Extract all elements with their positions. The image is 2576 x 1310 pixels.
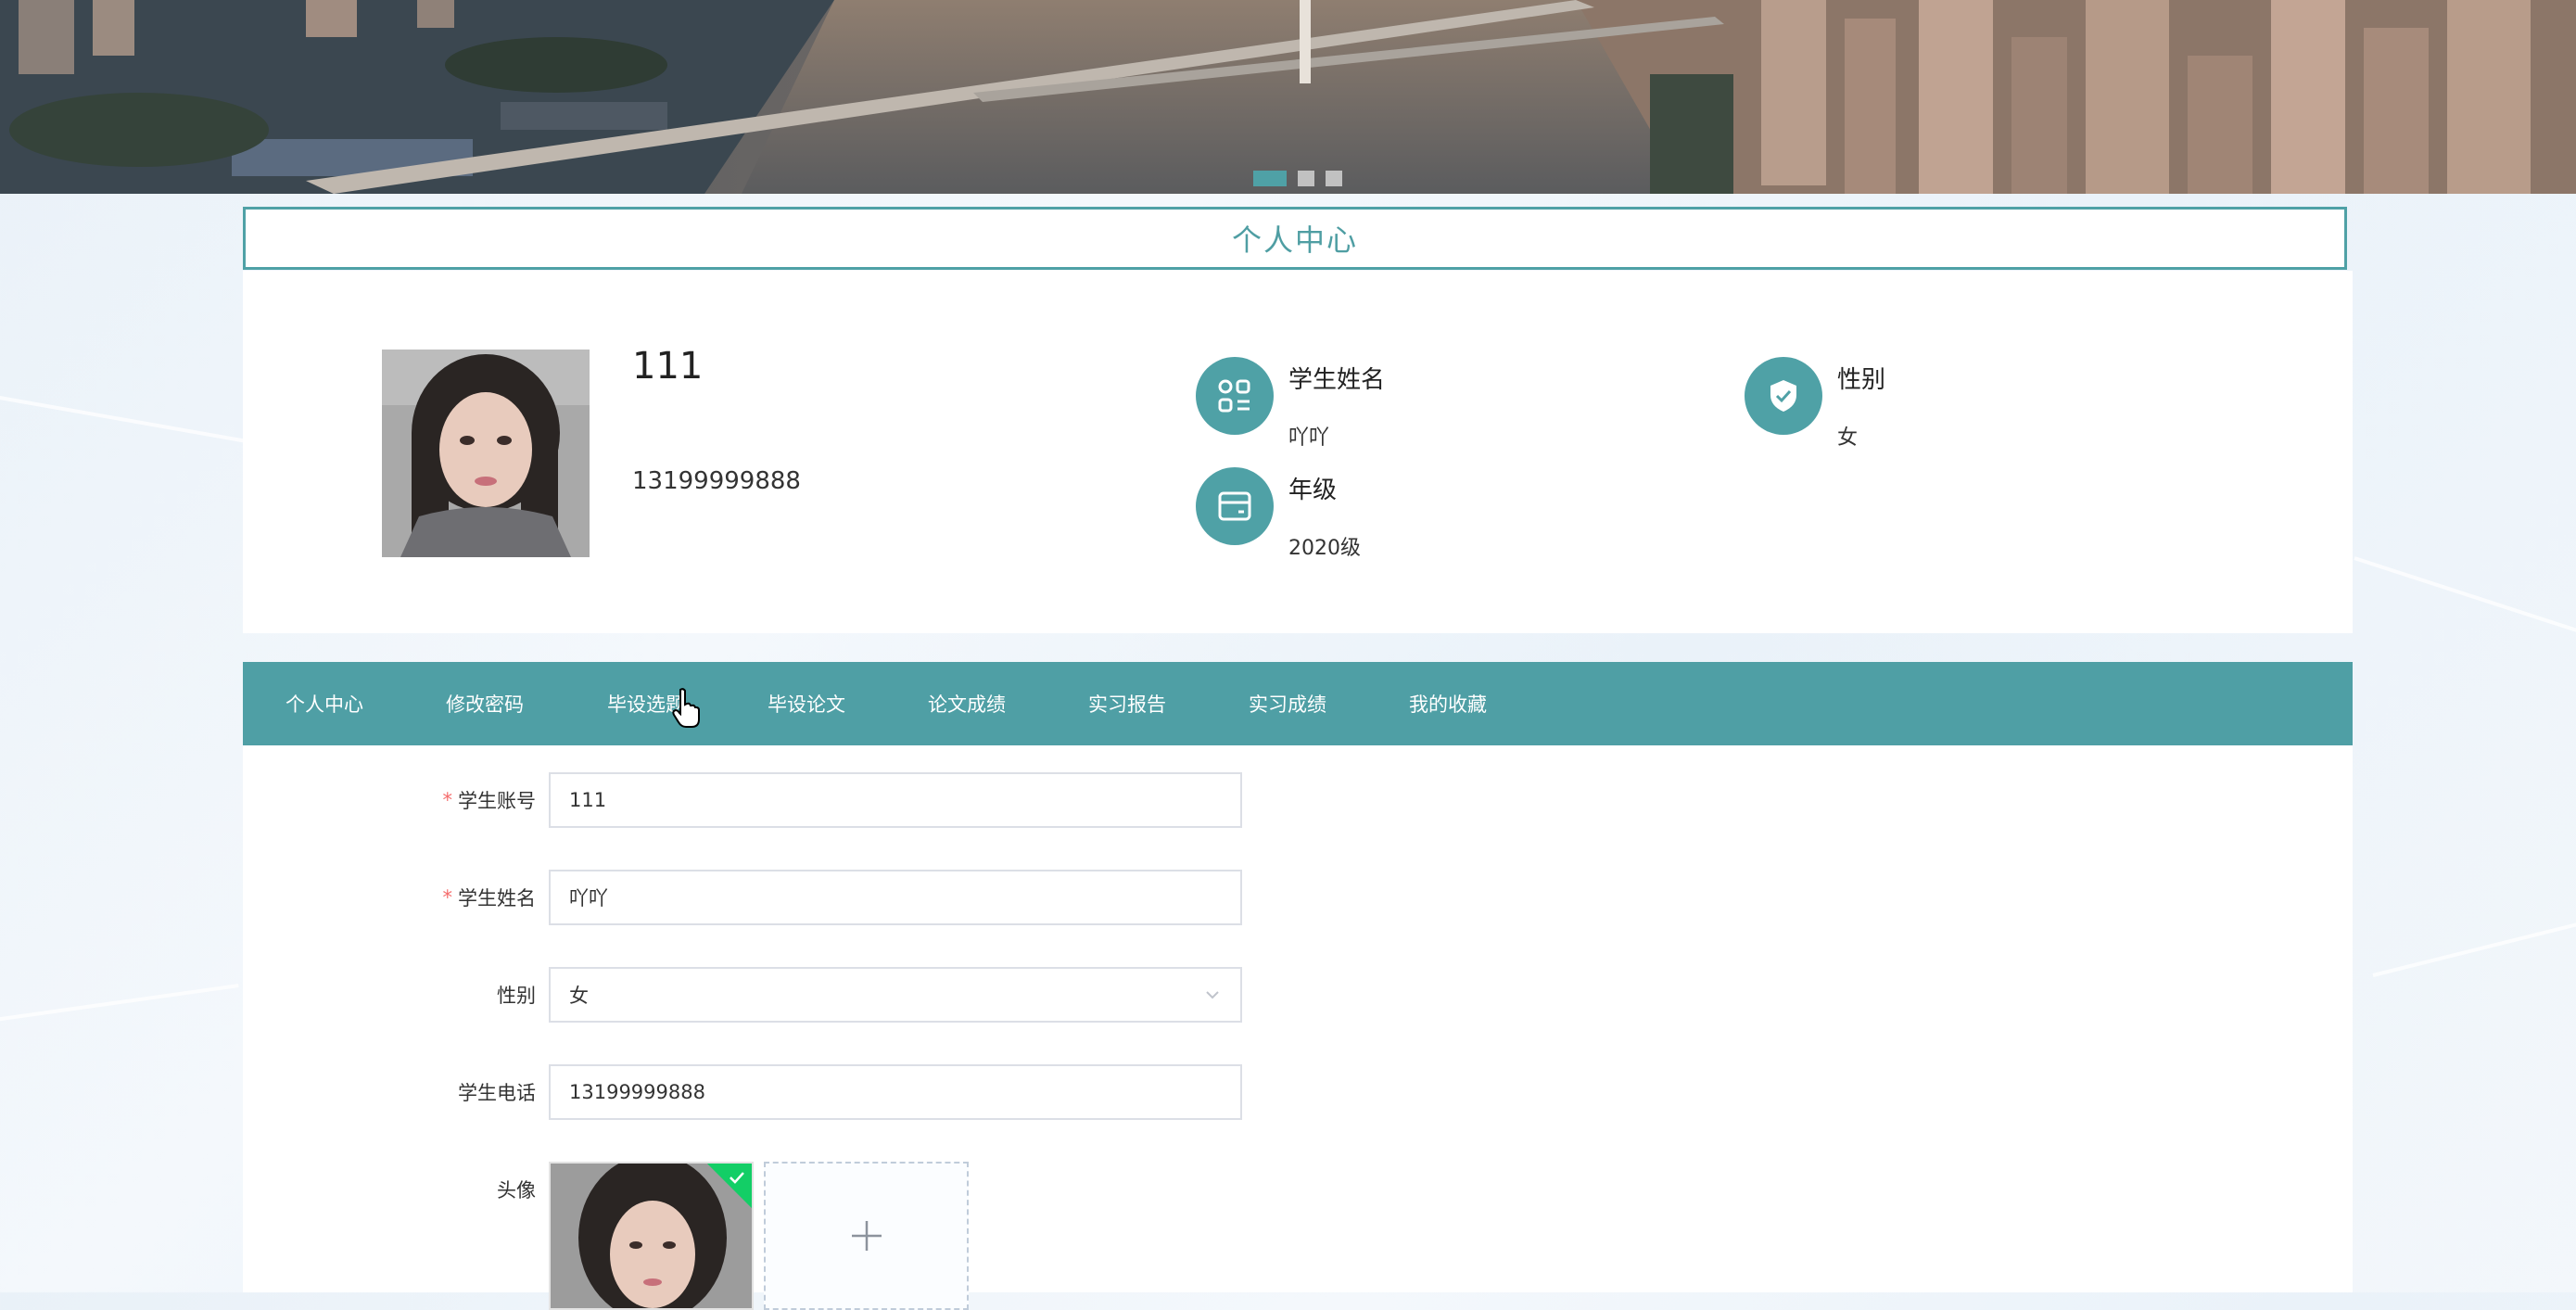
gender-select[interactable]: 女 bbox=[549, 967, 1242, 1023]
background-streak bbox=[0, 984, 239, 1024]
tab-change-password[interactable]: 修改密码 bbox=[446, 662, 524, 745]
info-grade: 年级 2020级 bbox=[1196, 467, 1361, 561]
profile-form: * 学生账号 * 学生姓名 性别 女 学生电话 头像 bbox=[243, 745, 2353, 1310]
background-streak bbox=[2372, 915, 2576, 977]
background-streak bbox=[2354, 556, 2576, 646]
required-mark: * bbox=[442, 789, 453, 811]
tab-personal-center[interactable]: 个人中心 bbox=[286, 662, 363, 745]
carousel-dot-1[interactable] bbox=[1253, 171, 1287, 186]
plus-icon bbox=[851, 1221, 882, 1251]
form-row-gender: 性别 女 bbox=[243, 967, 1355, 1023]
student-account-input[interactable] bbox=[549, 772, 1242, 828]
form-label: 头像 bbox=[497, 1179, 536, 1202]
page-title-bar: 个人中心 bbox=[243, 207, 2347, 270]
avatar-upload-button[interactable] bbox=[764, 1162, 969, 1310]
uploaded-avatar-thumbnail[interactable] bbox=[549, 1162, 754, 1310]
info-value: 吖吖 bbox=[1288, 426, 1330, 450]
form-label: 性别 bbox=[497, 985, 536, 1007]
avatar bbox=[382, 350, 590, 557]
page-title: 个人中心 bbox=[1231, 223, 1358, 258]
hand-cursor-icon bbox=[672, 688, 700, 728]
info-label: 年级 bbox=[1288, 477, 1338, 504]
chevron-down-icon bbox=[1206, 991, 1219, 999]
tab-internship-score[interactable]: 实习成绩 bbox=[1249, 662, 1326, 745]
gender-select-value: 女 bbox=[569, 985, 589, 1007]
carousel-dot-3[interactable] bbox=[1326, 171, 1342, 186]
form-row-phone: 学生电话 bbox=[243, 1064, 1355, 1120]
info-label: 学生姓名 bbox=[1288, 366, 1386, 394]
tab-thesis-paper[interactable]: 毕设论文 bbox=[768, 662, 845, 745]
form-row-avatar: 头像 bbox=[243, 1162, 1355, 1310]
city-skyline-image bbox=[0, 0, 2576, 194]
student-name-input[interactable] bbox=[549, 870, 1242, 925]
form-label: * 学生账号 bbox=[442, 789, 537, 812]
carousel-dot-2[interactable] bbox=[1298, 171, 1314, 186]
profile-phone: 13199999888 bbox=[632, 467, 801, 495]
form-label: 学生电话 bbox=[458, 1082, 536, 1104]
info-student-name: 学生姓名 吖吖 bbox=[1196, 357, 1385, 451]
check-icon bbox=[730, 1172, 744, 1184]
tab-internship-report[interactable]: 实习报告 bbox=[1088, 662, 1166, 745]
profile-card: 111 13199999888 学生姓名 吖吖 性别 女 年级 2020级 bbox=[243, 271, 2353, 633]
info-label: 性别 bbox=[1837, 366, 1886, 394]
form-row-name: * 学生姓名 bbox=[243, 870, 1355, 925]
student-phone-input[interactable] bbox=[549, 1064, 1242, 1120]
hero-banner bbox=[0, 0, 2576, 194]
tab-my-favorites[interactable]: 我的收藏 bbox=[1409, 662, 1487, 745]
form-row-account: * 学生账号 bbox=[243, 772, 1355, 828]
tab-thesis-score[interactable]: 论文成绩 bbox=[928, 662, 1006, 745]
shield-check-icon bbox=[1745, 357, 1822, 435]
wallet-card-icon bbox=[1196, 467, 1274, 545]
info-value: 2020级 bbox=[1288, 537, 1361, 560]
required-mark: * bbox=[442, 886, 453, 909]
info-gender: 性别 女 bbox=[1745, 357, 1885, 451]
profile-tabs: 个人中心 修改密码 毕设选题 毕设论文 论文成绩 实习报告 实习成绩 我的收藏 bbox=[243, 662, 2353, 745]
form-label: * 学生姓名 bbox=[442, 886, 537, 909]
info-value: 女 bbox=[1837, 426, 1859, 450]
apps-icon bbox=[1196, 357, 1274, 435]
carousel-dots bbox=[1253, 171, 1342, 186]
profile-username: 111 bbox=[632, 345, 704, 388]
